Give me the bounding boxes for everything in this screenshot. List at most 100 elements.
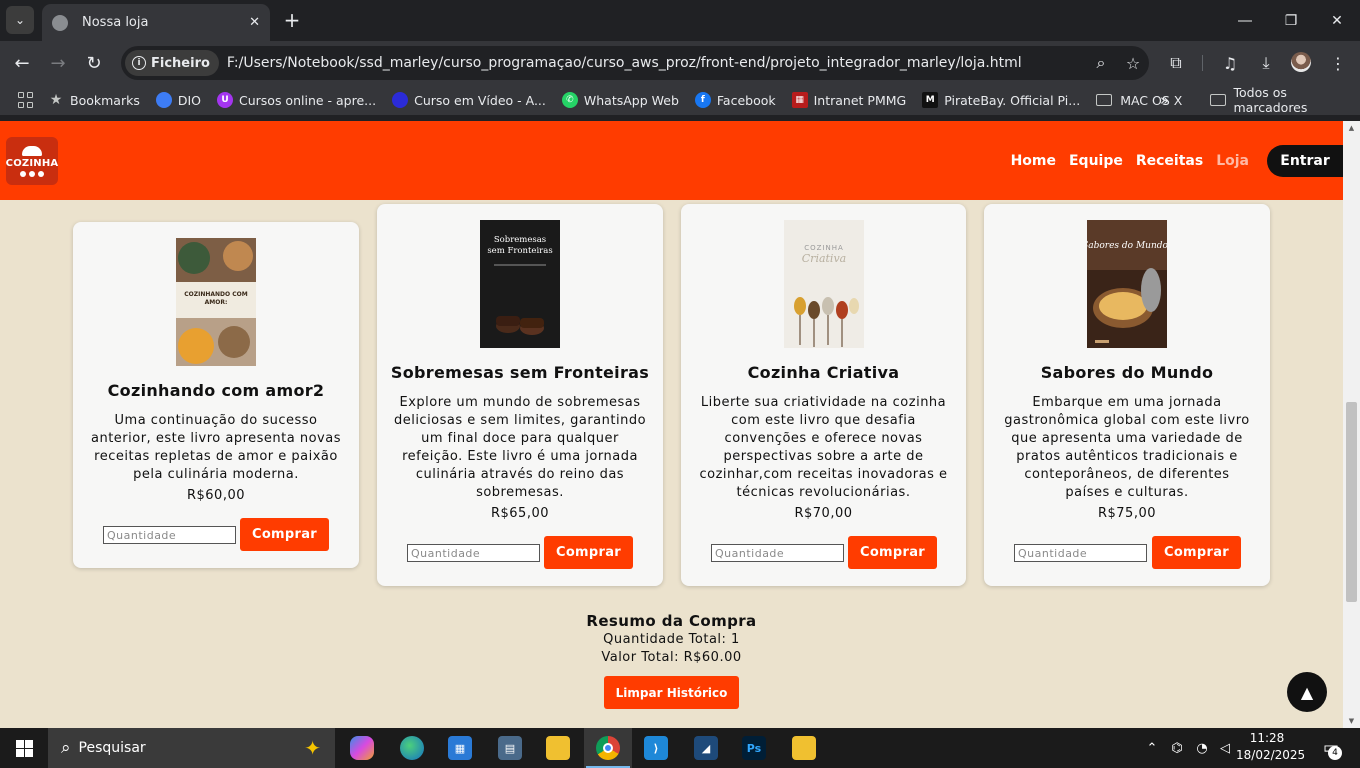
nav-equipe[interactable]: Equipe	[1069, 153, 1123, 169]
mysql-workbench-icon[interactable]: ◢	[682, 728, 730, 768]
more-menu-icon[interactable]: ⋮	[1324, 49, 1352, 77]
scroll-up-icon[interactable]: ▲	[1343, 121, 1360, 135]
site-info-label: Ficheiro	[151, 55, 210, 71]
udemy-icon: U	[217, 92, 233, 108]
nav-receitas[interactable]: Receitas	[1136, 153, 1203, 169]
minimize-icon[interactable]: ―	[1222, 0, 1268, 41]
scroll-thumb[interactable]	[1346, 402, 1357, 602]
product-card: COZINHA Criativa Cozinha Criativa Libert…	[681, 204, 966, 586]
cover-text: Criativa	[801, 252, 845, 265]
product-title: Cozinhando com amor2	[107, 381, 325, 400]
quantity-input[interactable]	[1014, 544, 1147, 562]
buy-button[interactable]: Comprar	[544, 536, 633, 569]
file-explorer-icon[interactable]	[534, 728, 582, 768]
bookmark-star-icon[interactable]: ☆	[1117, 54, 1149, 73]
browser-tab[interactable]: Nossa loja ✕	[42, 4, 270, 41]
download-icon[interactable]: ⤓	[1252, 49, 1280, 77]
all-bookmarks-button[interactable]: Todos os marcadores	[1210, 85, 1360, 115]
page-scrollbar[interactable]: ▲ ▼	[1343, 121, 1360, 728]
bookmark-item[interactable]: MAC OS X	[1096, 93, 1182, 108]
star-icon: ★	[49, 92, 63, 108]
volume-icon[interactable]: ◁	[1214, 728, 1236, 768]
buy-button[interactable]: Comprar	[1152, 536, 1241, 569]
search-icon: ⌕	[61, 738, 71, 758]
calculator-icon[interactable]: ▤	[486, 728, 534, 768]
bookmark-item[interactable]: f Facebook	[694, 92, 776, 108]
extensions-icon[interactable]: ⧉	[1162, 49, 1190, 77]
total-quantity: Quantidade Total: 1	[603, 632, 740, 647]
cover-text: Sabores do Mundo	[1087, 241, 1167, 251]
tab-search-button[interactable]: ⌄	[6, 6, 34, 34]
clear-history-button[interactable]: Limpar Histórico	[604, 676, 739, 709]
search-highlight-icon: ✦	[304, 736, 321, 760]
forward-arrow-icon[interactable]: →	[44, 49, 72, 77]
notification-count: 4	[1328, 746, 1342, 760]
taskbar-search[interactable]: ⌕ Pesquisar ✦	[48, 728, 335, 768]
product-description: Liberte sua criatividade na cozinha com …	[699, 395, 948, 500]
network-icon[interactable]: ◔	[1192, 728, 1212, 768]
svg-text:COZINHA: COZINHA	[804, 244, 844, 252]
site-logo[interactable]: COZINHA	[6, 137, 58, 185]
page-viewport: COZINHANDO COM AMOR: Cozinhando com amor…	[0, 121, 1343, 728]
folder-icon[interactable]	[780, 728, 828, 768]
bookmark-item[interactable]: ✆ WhatsApp Web	[561, 92, 679, 108]
media-controls-icon[interactable]: ♫	[1216, 49, 1244, 77]
meet-now-icon[interactable]: ⌬	[1166, 728, 1188, 768]
bookmark-label: MAC OS X	[1120, 92, 1183, 108]
toolbar-divider	[1202, 55, 1203, 71]
login-button[interactable]: Entrar	[1267, 145, 1343, 177]
close-tab-icon[interactable]: ✕	[249, 15, 260, 30]
copilot-icon[interactable]	[338, 728, 386, 768]
piratebay-icon: M	[922, 92, 939, 108]
bookmark-item[interactable]: M PirateBay. Official Pi...	[922, 92, 1080, 108]
tray-overflow-icon[interactable]: ⌃	[1140, 728, 1164, 768]
edge-icon[interactable]	[388, 728, 436, 768]
bookmarks-overflow-button[interactable]: »	[1160, 85, 1169, 115]
product-price: R$65,00	[490, 506, 550, 521]
zoom-search-icon[interactable]: ⌕	[1085, 53, 1117, 73]
book-cover: COZINHA Criativa	[783, 220, 864, 348]
quantity-input[interactable]	[103, 526, 236, 544]
windows-taskbar: ⌕ Pesquisar ✦ ▦ ▤ ⟩ ◢ Ps ⌃ ⌬ ◔ ◁ 11:28 1…	[0, 728, 1360, 768]
folder-icon	[1096, 94, 1113, 106]
quantity-input[interactable]	[407, 544, 540, 562]
bookmarks-bar: ★ Bookmarks DIO U Cursos online - apre... …	[0, 85, 1360, 115]
restore-icon[interactable]: ❐	[1268, 0, 1314, 41]
buy-button[interactable]: Comprar	[848, 536, 937, 569]
bookmark-item[interactable]: ★ Bookmarks	[48, 92, 140, 108]
bookmark-item[interactable]: U Cursos online - apre...	[217, 92, 376, 108]
photoshop-icon[interactable]: Ps	[730, 728, 778, 768]
close-window-icon[interactable]: ✕	[1314, 0, 1360, 41]
store-icon[interactable]: ▦	[436, 728, 484, 768]
whatsapp-icon: ✆	[561, 92, 578, 108]
nav-loja[interactable]: Loja	[1216, 153, 1249, 169]
start-button[interactable]	[0, 728, 48, 768]
url-text[interactable]: F:/Users/Notebook/ssd_marley/curso_progr…	[227, 55, 1085, 71]
address-bar[interactable]: i Ficheiro F:/Users/Notebook/ssd_marley/…	[121, 46, 1149, 80]
new-tab-button[interactable]: +	[280, 7, 304, 33]
cursoemvideo-icon	[392, 92, 409, 108]
buy-button[interactable]: Comprar	[240, 518, 329, 551]
scroll-down-icon[interactable]: ▼	[1343, 714, 1360, 728]
product-card: Sabores do Mundo Sabores do Mundo Embarq…	[984, 204, 1270, 586]
vscode-icon[interactable]: ⟩	[632, 728, 680, 768]
bookmark-item[interactable]: DIO	[155, 92, 201, 108]
profile-avatar[interactable]	[1291, 52, 1311, 72]
site-info-chip[interactable]: i Ficheiro	[125, 50, 219, 76]
tab-title: Nossa loja	[82, 15, 149, 30]
purchase-summary: Resumo da Compra Quantidade Total: 1 Val…	[0, 611, 1343, 667]
product-description: Embarque em uma jornada gastronômica glo…	[1004, 395, 1250, 500]
bookmark-item[interactable]: Curso em Vídeo - A...	[392, 92, 546, 108]
product-price: R$70,00	[794, 506, 853, 521]
nav-home[interactable]: Home	[1011, 153, 1056, 169]
apps-grid-icon[interactable]	[18, 92, 34, 108]
back-to-top-button[interactable]: ▲	[1287, 672, 1327, 712]
site-header: COZINHA Home Equipe Receitas Loja Entrar	[0, 121, 1343, 200]
quantity-input[interactable]	[711, 544, 844, 562]
back-arrow-icon[interactable]: ←	[8, 49, 36, 77]
reload-icon[interactable]: ↻	[80, 49, 108, 77]
bookmark-item[interactable]: ▦ Intranet PMMG	[791, 92, 906, 108]
chrome-icon[interactable]	[584, 728, 632, 768]
cover-text: Sobremesas	[494, 235, 546, 245]
taskbar-clock[interactable]: 11:28 18/02/2025	[1236, 730, 1305, 764]
